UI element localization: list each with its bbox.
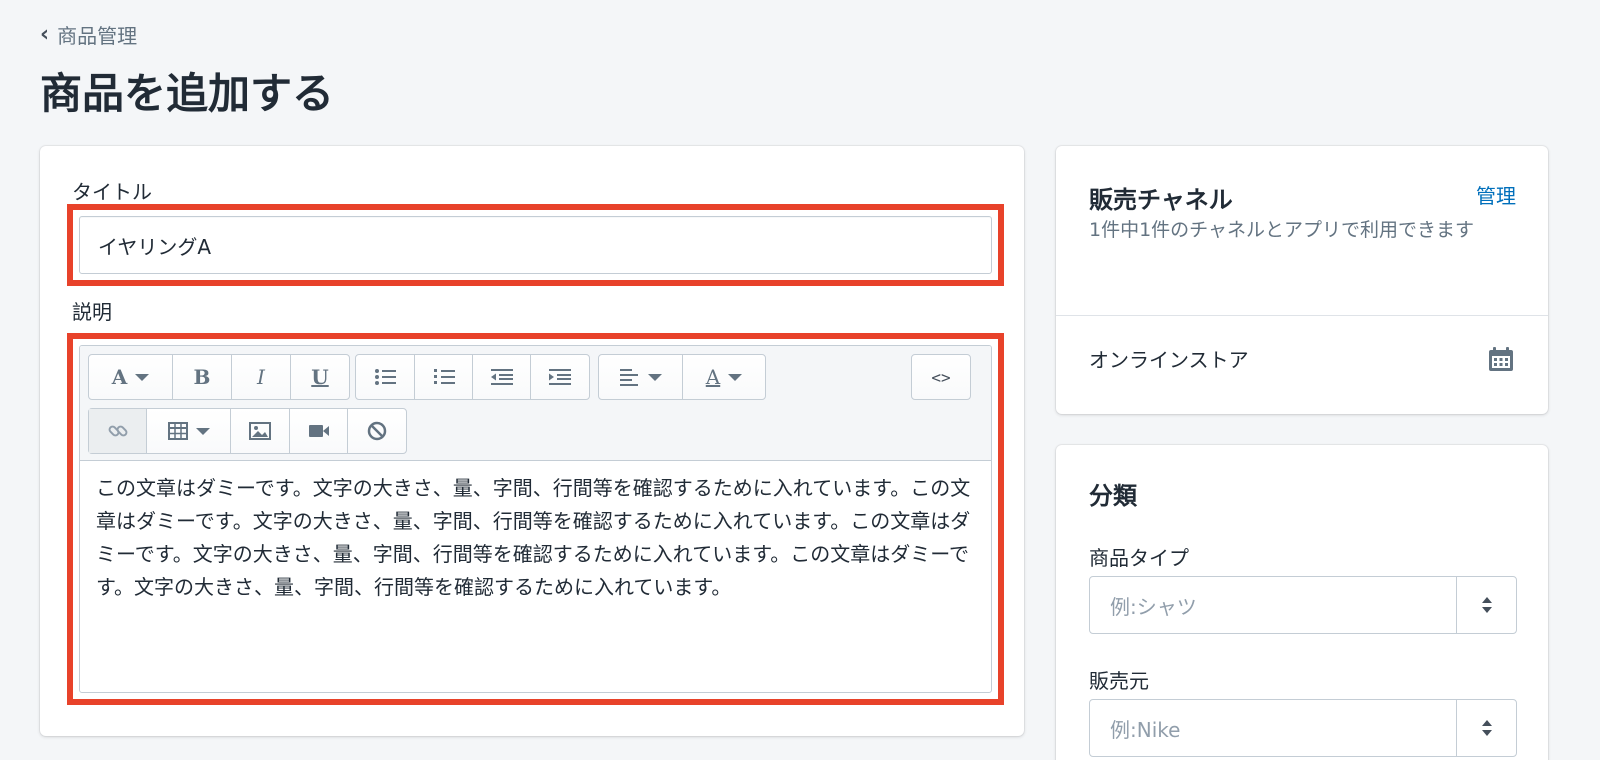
link-button[interactable] <box>89 409 147 453</box>
online-store-label: オンラインストア <box>1089 348 1249 372</box>
prohibit-icon <box>367 421 387 441</box>
indent-icon <box>549 369 571 385</box>
outdent-button[interactable] <box>473 355 531 399</box>
description-label: 説明 <box>72 300 112 324</box>
bullet-list-icon <box>375 369 396 385</box>
html-source-button[interactable]: <> <box>912 355 970 399</box>
sales-channels-heading: 販売チャネル <box>1089 186 1233 214</box>
chevron-down-icon <box>728 373 743 381</box>
chevron-left-icon: ‹ <box>40 22 50 47</box>
breadcrumb-label: 商品管理 <box>57 24 138 48</box>
italic-button[interactable]: I <box>232 355 291 399</box>
align-button[interactable] <box>599 355 683 399</box>
select-arrows-icon <box>1456 577 1516 633</box>
video-button[interactable] <box>290 409 348 453</box>
title-input[interactable]: イヤリングA <box>79 216 992 274</box>
chevron-down-icon <box>135 373 150 381</box>
align-color-group: A <box>598 354 766 400</box>
chevron-down-icon <box>647 373 662 381</box>
classification-heading: 分類 <box>1089 482 1137 510</box>
outdent-icon <box>490 369 513 385</box>
sales-channels-card: 販売チャネル 管理 1件中1件のチャネルとアプリで利用できます オンラインストア <box>1056 146 1548 414</box>
vendor-select[interactable]: 例:Nike <box>1089 699 1517 757</box>
classification-card: 分類 商品タイプ 例:シャツ 販売元 例:Nike <box>1056 445 1548 760</box>
product-type-select[interactable]: 例:シャツ <box>1089 576 1517 634</box>
clear-format-button[interactable] <box>348 409 406 453</box>
table-button[interactable] <box>147 409 231 453</box>
text-color-icon: A <box>705 365 721 389</box>
insert-group <box>88 408 407 454</box>
manage-link[interactable]: 管理 <box>1476 180 1516 209</box>
font-style-button[interactable]: A <box>89 355 173 399</box>
format-group: A B I U <box>88 354 350 400</box>
numbered-list-button[interactable] <box>415 355 473 399</box>
editor-toolbar: A B I U A <> <box>80 346 991 461</box>
product-type-placeholder: 例:シャツ <box>1110 594 1197 619</box>
breadcrumb[interactable]: ‹ 商品管理 <box>40 20 137 49</box>
product-type-label: 商品タイプ <box>1089 546 1189 570</box>
numbered-list-icon <box>433 369 455 384</box>
indent-button[interactable] <box>531 355 589 399</box>
font-icon: A <box>111 365 128 389</box>
description-text-area[interactable]: この文章はダミーです。文字の大きさ、量、字間、行間等を確認するために入れています… <box>96 472 975 604</box>
divider <box>1056 315 1548 316</box>
title-input-value: イヤリングA <box>98 234 212 259</box>
product-details-card: タイトル イヤリングA 説明 A B I U A <> この文章はダミーです。文… <box>40 146 1024 736</box>
list-group <box>355 354 590 400</box>
bullet-list-button[interactable] <box>356 355 415 399</box>
chevron-down-icon <box>195 427 210 435</box>
select-arrows-icon <box>1456 700 1516 756</box>
underline-button[interactable]: U <box>291 355 349 399</box>
rich-text-editor: A B I U A <> この文章はダミーです。文字の大きさ、量、字間、行間等を… <box>79 345 992 693</box>
title-highlight-box: イヤリングA <box>67 204 1004 286</box>
code-group: <> <box>911 354 971 400</box>
table-icon <box>167 422 188 440</box>
align-left-icon <box>619 369 638 386</box>
page-title: 商品を追加する <box>40 69 335 118</box>
video-camera-icon <box>308 425 329 437</box>
description-highlight-box: A B I U A <> この文章はダミーです。文字の大きさ、量、字間、行間等を… <box>67 333 1004 705</box>
image-icon <box>249 422 271 440</box>
vendor-placeholder: 例:Nike <box>1110 717 1181 742</box>
link-icon <box>108 425 127 437</box>
title-label: タイトル <box>72 180 152 204</box>
image-button[interactable] <box>231 409 290 453</box>
vendor-label: 販売元 <box>1089 669 1149 693</box>
text-color-button[interactable]: A <box>683 355 765 399</box>
bold-button[interactable]: B <box>173 355 232 399</box>
sales-channels-description: 1件中1件のチャネルとアプリで利用できます <box>1089 219 1474 241</box>
calendar-icon[interactable] <box>1488 346 1514 372</box>
